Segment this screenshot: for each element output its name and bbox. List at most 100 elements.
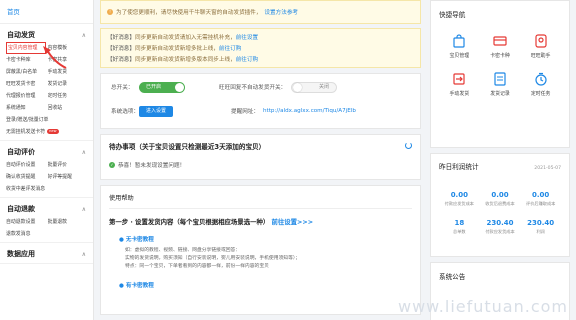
retry-switch-toggle[interactable]: 关闭	[291, 81, 337, 93]
nav-manual-ship[interactable]: 手动发货	[439, 71, 480, 97]
quick-nav-title: 快捷导航	[439, 11, 466, 19]
stat-item: 0.00 付款应发货成本	[439, 191, 480, 207]
check-icon: ✓	[109, 162, 115, 168]
retry-switch-label: 旺旺回复不自动发货开关：	[219, 85, 287, 91]
stat-item: 18 总单数	[439, 219, 480, 235]
desc-line: 如：虚拟的教程、视频、链接、网盘分享链接或回答：	[125, 248, 241, 253]
notice-text: 为了使您更顺利，请尽快使用千牛聊天窗的自动发货插件，	[116, 10, 262, 16]
desc-line: 实物的发货说明，购买须知（自行安装说明，婴儿用安装说明，手机使用须知等）；	[125, 256, 301, 261]
stat-value: 230.40	[527, 219, 555, 227]
group-title: 自动退款	[7, 205, 35, 213]
enter-settings-button[interactable]: 进入设置	[139, 105, 174, 117]
switch-panel: 总开关： 已开启 旺旺回复不自动发货开关： 关闭 系统选项： 进入设置 提醒网址…	[100, 73, 421, 129]
group-header[interactable]: 自动发货 ∧	[0, 28, 93, 42]
send-icon	[453, 73, 465, 85]
todo-panel: 待办事项（关于宝贝设置只检测最近3天添加的宝贝） ✓ 恭喜！暂未发现设置问题！	[100, 134, 421, 180]
chevron-up-icon: ∧	[81, 250, 86, 258]
sidebar-home[interactable]: 首页	[0, 0, 93, 24]
stat-label: 收货后退费成本	[485, 201, 515, 206]
annotation-arrow-icon	[43, 46, 67, 69]
nav-ww-assistant[interactable]: 旺旺助手	[520, 33, 561, 59]
group-title: 自动发货	[7, 31, 35, 39]
notice-tag: 【好消息】	[107, 46, 135, 52]
plugin-notice: ! 为了使您更顺利，请尽快使用千牛聊天窗的自动发货插件， 设置方法参考	[100, 0, 421, 24]
sidebar-item-bulk-refund[interactable]: 批量退款	[48, 216, 88, 228]
watermark: www.liefutuan.com	[398, 297, 568, 316]
nav-label: 手动发货	[449, 91, 470, 97]
group-header[interactable]: 自动评价 ∧	[0, 145, 93, 159]
card-tutorial-title[interactable]: ● 有卡密教程	[109, 281, 412, 289]
shopping-bag-icon	[453, 34, 465, 48]
total-switch-toggle[interactable]: 已开启	[139, 81, 185, 93]
record-icon	[494, 72, 506, 86]
sub-title-text: 无卡密教程	[125, 237, 154, 243]
stat-item: 230.40 付款应发货成本	[480, 219, 521, 235]
sidebar-item-refund-settings[interactable]: 自动退款设置	[6, 216, 46, 228]
sidebar-item-recycle-bin[interactable]: 回收站	[48, 102, 88, 114]
nav-label: 定时任务	[530, 91, 551, 97]
group-title: 自动评价	[7, 148, 35, 156]
step1-title: 第一步 · 设置发货内容（每个宝贝根据相应场景选一种） 前往设置>>>	[109, 217, 412, 226]
sidebar-item-ship-record[interactable]: 发货记录	[48, 78, 88, 90]
notice-row: 【好消息】同步更新自动发货新增多批上线，前往订购	[107, 44, 414, 52]
notice-text: 同步更新自动发货请加入无需挂机补充，	[134, 35, 236, 41]
card-icon	[493, 36, 507, 46]
tutorial-description: 如：虚拟的教程、视频、链接、网盘分享链接或回答： 实物的发货说明，购买须知（自行…	[109, 247, 412, 271]
stats-date: 2021-05-07	[534, 166, 561, 171]
notice-text: 同步更新自动发货新增多版本同步上线，	[134, 57, 236, 63]
sidebar-item-refund-msg[interactable]: 退款发消息	[6, 228, 87, 240]
sidebar-item-system-notice[interactable]: 系统通知	[6, 102, 46, 114]
todo-status: ✓ 恭喜！暂未发现设置问题！	[109, 161, 412, 169]
sidebar-item-confirm-reminder[interactable]: 确认收货提醒	[6, 171, 46, 183]
sidebar-group-data: 数据应用 ∧	[0, 243, 93, 264]
sidebar-group-auto-refund: 自动退款 ∧ 自动退款设置 批量退款 退款发消息	[0, 198, 93, 243]
nav-product-management[interactable]: 宝贝管理	[439, 33, 480, 59]
nav-label: 发货记录	[490, 91, 510, 97]
chevron-up-icon: ∧	[81, 205, 86, 213]
reminder-url-label: 提醒网址：	[231, 109, 259, 115]
group-header[interactable]: 自动退款 ∧	[0, 202, 93, 216]
sidebar-item-scheduled-task[interactable]: 定时任务	[48, 90, 88, 102]
nav-card-library[interactable]: 卡密卡种	[480, 33, 521, 59]
sidebar-item-good-review-reminder[interactable]: 好评等提醒	[48, 171, 88, 183]
no-card-tutorial-title[interactable]: ● 无卡密教程	[109, 235, 412, 243]
refresh-icon[interactable]	[405, 142, 412, 149]
step1-settings-link[interactable]: 前往设置>>>	[272, 218, 314, 226]
nav-label: 旺旺助手	[530, 53, 551, 59]
good-news-notice: 【好消息】 同步更新自动发货请加入无需挂机补充，前往设置 【好消息】同步更新自动发…	[100, 28, 421, 68]
sidebar-item-bulk-review[interactable]: 批量评价	[48, 159, 88, 171]
go-order-link[interactable]: 前往订购	[219, 46, 241, 52]
sidebar-item-no-hook-send[interactable]: 无需挂机发送卡符 new	[6, 126, 87, 138]
sidebar-item-bulk-orders[interactable]: 登录/赠送/批量订单	[6, 114, 87, 126]
chevron-up-icon: ∧	[81, 148, 86, 156]
stat-label: 评价后赚取成本	[526, 201, 556, 206]
reminder-url-link[interactable]: http://aldx.aglxx.com/Tiqu/A7jElb	[263, 108, 356, 114]
go-order-link[interactable]: 前往订购	[236, 57, 258, 63]
stat-value: 0.00	[491, 191, 509, 199]
help-title: 使用帮助	[109, 193, 412, 209]
nav-label: 宝贝管理	[449, 53, 470, 59]
nav-scheduled-task[interactable]: 定时任务	[520, 71, 561, 97]
nav-label: 卡密卡种	[490, 53, 510, 59]
sidebar-group-auto-review: 自动评价 ∧ 自动评价设置 批量评价 确认收货提醒 好评等提醒 收货中差评发消息	[0, 141, 93, 198]
total-switch-label: 总开关：	[111, 85, 134, 91]
stat-item: 0.00 收货后退费成本	[480, 191, 521, 207]
stat-value: 0.00	[450, 191, 468, 199]
stats-title: 昨日利润统计	[439, 163, 479, 171]
group-header[interactable]: 数据应用 ∧	[0, 247, 93, 261]
setup-reference-link[interactable]: 设置方法参考	[264, 8, 298, 16]
main-content: ! 为了使您更顺利，请尽快使用千牛聊天窗的自动发货插件， 设置方法参考 【好消息…	[100, 0, 421, 320]
sidebar-item-bad-review-msg[interactable]: 收货中差评发消息	[6, 183, 87, 195]
sidebar-item-agent-quote[interactable]: 代理报价管理	[6, 90, 46, 102]
stat-item: 0.00 评价后赚取成本	[520, 191, 561, 207]
sidebar-item-review-settings[interactable]: 自动评价设置	[6, 159, 46, 171]
sidebar-item-ww-card[interactable]: 旺旺发货卡密	[6, 78, 46, 90]
go-settings-link[interactable]: 前往设置	[236, 35, 258, 41]
nav-ship-record[interactable]: 发货记录	[480, 71, 521, 97]
help-panel: 使用帮助 第一步 · 设置发货内容（每个宝贝根据相应场景选一种） 前往设置>>>…	[100, 185, 421, 315]
stat-label: 总单数	[453, 229, 466, 234]
todo-ok-text: 恭喜！暂未发现设置问题！	[118, 163, 186, 169]
notice-row: 【好消息】同步更新自动发货新增多版本同步上线，前往订购	[107, 55, 414, 63]
group-title: 数据应用	[7, 250, 35, 258]
profit-stats-panel: 昨日利润统计 2021-05-07 0.00 付款应发货成本 0.00 收货后退费成…	[430, 153, 570, 257]
